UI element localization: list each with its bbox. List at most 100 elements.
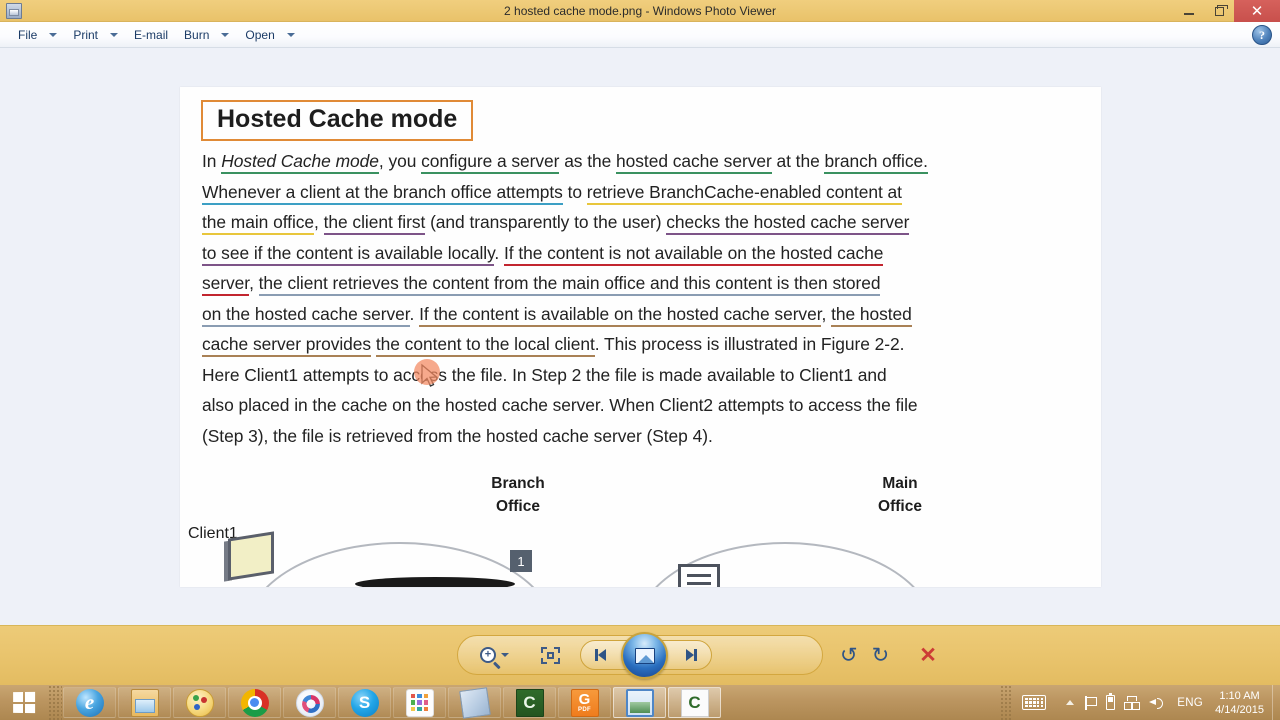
branch-office-line2: Office <box>496 498 540 515</box>
next-bar-icon <box>694 649 697 661</box>
pdf-sub-label: PDF <box>578 707 591 713</box>
network-icon[interactable] <box>1124 695 1141 710</box>
show-desktop-button[interactable] <box>1272 685 1280 720</box>
text-run-highlight: retrieve BranchCache-enabled content at <box>586 181 902 205</box>
taskbar-item-file-explorer[interactable] <box>118 687 171 718</box>
keyboard-icon <box>1022 695 1047 710</box>
rotate-ccw-icon: ↺ <box>840 642 858 667</box>
text-run-highlight: the client retrieves the content from th… <box>258 273 881 296</box>
doc-line-4: to see if the content is available local… <box>202 238 1082 269</box>
action-center-icon[interactable] <box>1083 695 1098 710</box>
taskbar-item-windows-photo-viewer[interactable] <box>613 687 666 718</box>
start-button[interactable] <box>0 685 48 720</box>
menu-item-print[interactable]: Print <box>65 24 126 46</box>
text-run-highlight: branch office. <box>824 151 928 174</box>
language-indicator[interactable]: ENG <box>1175 697 1205 709</box>
doc-line-6: on the hosted cache server. If the conte… <box>202 299 1082 330</box>
menu-item-open[interactable]: Open <box>237 24 302 46</box>
doc-line-9: also placed in the cache on the hosted c… <box>202 395 918 415</box>
paint-icon <box>185 688 214 717</box>
taskbar-item-foxit-pdf[interactable]: G PDF <box>558 687 611 718</box>
text-run-highlight: to see if the content is available local… <box>202 242 494 266</box>
text-run-highlight: on the hosted cache server <box>202 303 410 327</box>
taskbar-item-google-chrome[interactable] <box>228 687 281 718</box>
taskbar-item-skype[interactable]: S <box>338 687 391 718</box>
help-icon[interactable]: ? <box>1252 25 1272 45</box>
screen: 2 hosted cache mode.png - Windows Photo … <box>0 0 1280 720</box>
system-tray: ENG 1:10 AM 4/14/2015 <box>1000 685 1280 720</box>
document-body: In Hosted Cache mode, you configure a se… <box>202 146 1082 451</box>
menu-bar: File Print E-mail Burn Open ? <box>0 22 1280 48</box>
clock-time: 1:10 AM <box>1219 689 1260 702</box>
taskbar-item-camtasia-recorder[interactable]: C <box>668 687 721 718</box>
step-badge-1: 1 <box>510 550 532 572</box>
taskbar-item-camtasia-studio[interactable]: C <box>503 687 556 718</box>
text-run-highlight: the main office <box>202 212 314 235</box>
play-slideshow-button[interactable] <box>621 632 668 679</box>
laptop-icon <box>224 531 280 583</box>
doc-line-7: cache server provides the content to the… <box>202 329 1082 360</box>
text-run-highlight: server <box>202 273 249 296</box>
tray-grip[interactable] <box>1000 685 1013 720</box>
actual-size-button[interactable] <box>541 641 560 669</box>
zoom-button[interactable]: + <box>480 641 509 669</box>
minimize-button[interactable] <box>1174 0 1204 22</box>
text-run-highlight: configure a server <box>421 151 559 174</box>
previous-image-button[interactable] <box>595 649 606 661</box>
doc-line-3: the main office, the client first (and t… <box>202 207 1082 238</box>
clock[interactable]: 1:10 AM 4/14/2015 <box>1211 689 1272 717</box>
taskbar-item-paint[interactable] <box>173 687 226 718</box>
app-tiles-icon <box>405 688 434 717</box>
taskbar-item-comodo-dragon[interactable] <box>283 687 336 718</box>
taskbar-item-sticky-notes[interactable] <box>448 686 501 719</box>
touch-keyboard-button[interactable] <box>1012 685 1056 720</box>
text-run: . This process is illustrated in Figure … <box>594 334 905 354</box>
text-run-highlight: the hosted <box>831 303 912 327</box>
plus-glyph: + <box>484 648 492 661</box>
menu-item-open-label: Open <box>245 27 275 42</box>
restore-button[interactable] <box>1204 0 1234 22</box>
text-run-highlight: checks the hosted cache server <box>666 212 909 235</box>
next-image-button[interactable] <box>686 649 697 661</box>
text-run: . <box>494 242 504 263</box>
menu-item-email[interactable]: E-mail <box>126 24 176 46</box>
battery-icon[interactable] <box>1106 692 1116 710</box>
toolbar-pill: + ↺ ↻ ✕ <box>457 632 937 679</box>
text-run-highlight: cache server provides <box>202 334 371 357</box>
menu-item-burn[interactable]: Burn <box>176 24 237 46</box>
taskbar-item-app-tiles[interactable] <box>393 687 446 718</box>
doc-line-8: Here Client1 attempts to access the file… <box>202 364 887 385</box>
text-run: . <box>409 303 420 324</box>
window-title: 2 hosted cache mode.png - Windows Photo … <box>504 4 776 18</box>
menu-item-file[interactable]: File <box>10 24 65 46</box>
close-button[interactable]: ✕ <box>1234 0 1280 22</box>
rotate-cw-icon: ↻ <box>871 642 890 667</box>
chevron-down-icon <box>286 32 295 37</box>
doc-line-10: (Step 3), the file is retrieved from the… <box>202 425 713 446</box>
rotate-clockwise-button[interactable]: ↻ <box>872 641 890 669</box>
taskbar-grip[interactable] <box>48 685 62 720</box>
sticky-notes-icon <box>458 686 491 719</box>
text-run: as the <box>559 151 617 171</box>
taskbar-item-internet-explorer[interactable]: e <box>63 687 116 718</box>
windows-logo-icon <box>13 691 36 714</box>
mouse-pointer <box>414 359 448 393</box>
photo-viewer-icon <box>6 2 22 19</box>
branch-office-label: Branch Office <box>448 472 588 518</box>
branch-office-line1: Branch <box>491 475 545 492</box>
skype-icon: S <box>350 688 379 717</box>
delete-button[interactable]: ✕ <box>919 641 937 669</box>
menu-item-file-label: File <box>18 27 38 42</box>
chrome-icon <box>240 688 269 717</box>
camtasia-recorder-icon: C <box>680 688 709 717</box>
text-run: , <box>314 212 324 232</box>
rotate-counterclockwise-button[interactable]: ↺ <box>840 641 858 669</box>
chevron-down-icon <box>110 32 119 37</box>
show-hidden-icons-button[interactable] <box>1066 700 1075 705</box>
photo-viewer-icon <box>625 688 654 717</box>
text-run-highlight: the content to the local client <box>375 334 595 357</box>
taskbar-buttons: e S C G PDF C <box>62 685 722 720</box>
clock-date: 4/14/2015 <box>1215 703 1264 716</box>
volume-icon[interactable] <box>1149 695 1166 710</box>
image-canvas[interactable]: Hosted Cache mode In Hosted Cache mode, … <box>0 48 1280 625</box>
